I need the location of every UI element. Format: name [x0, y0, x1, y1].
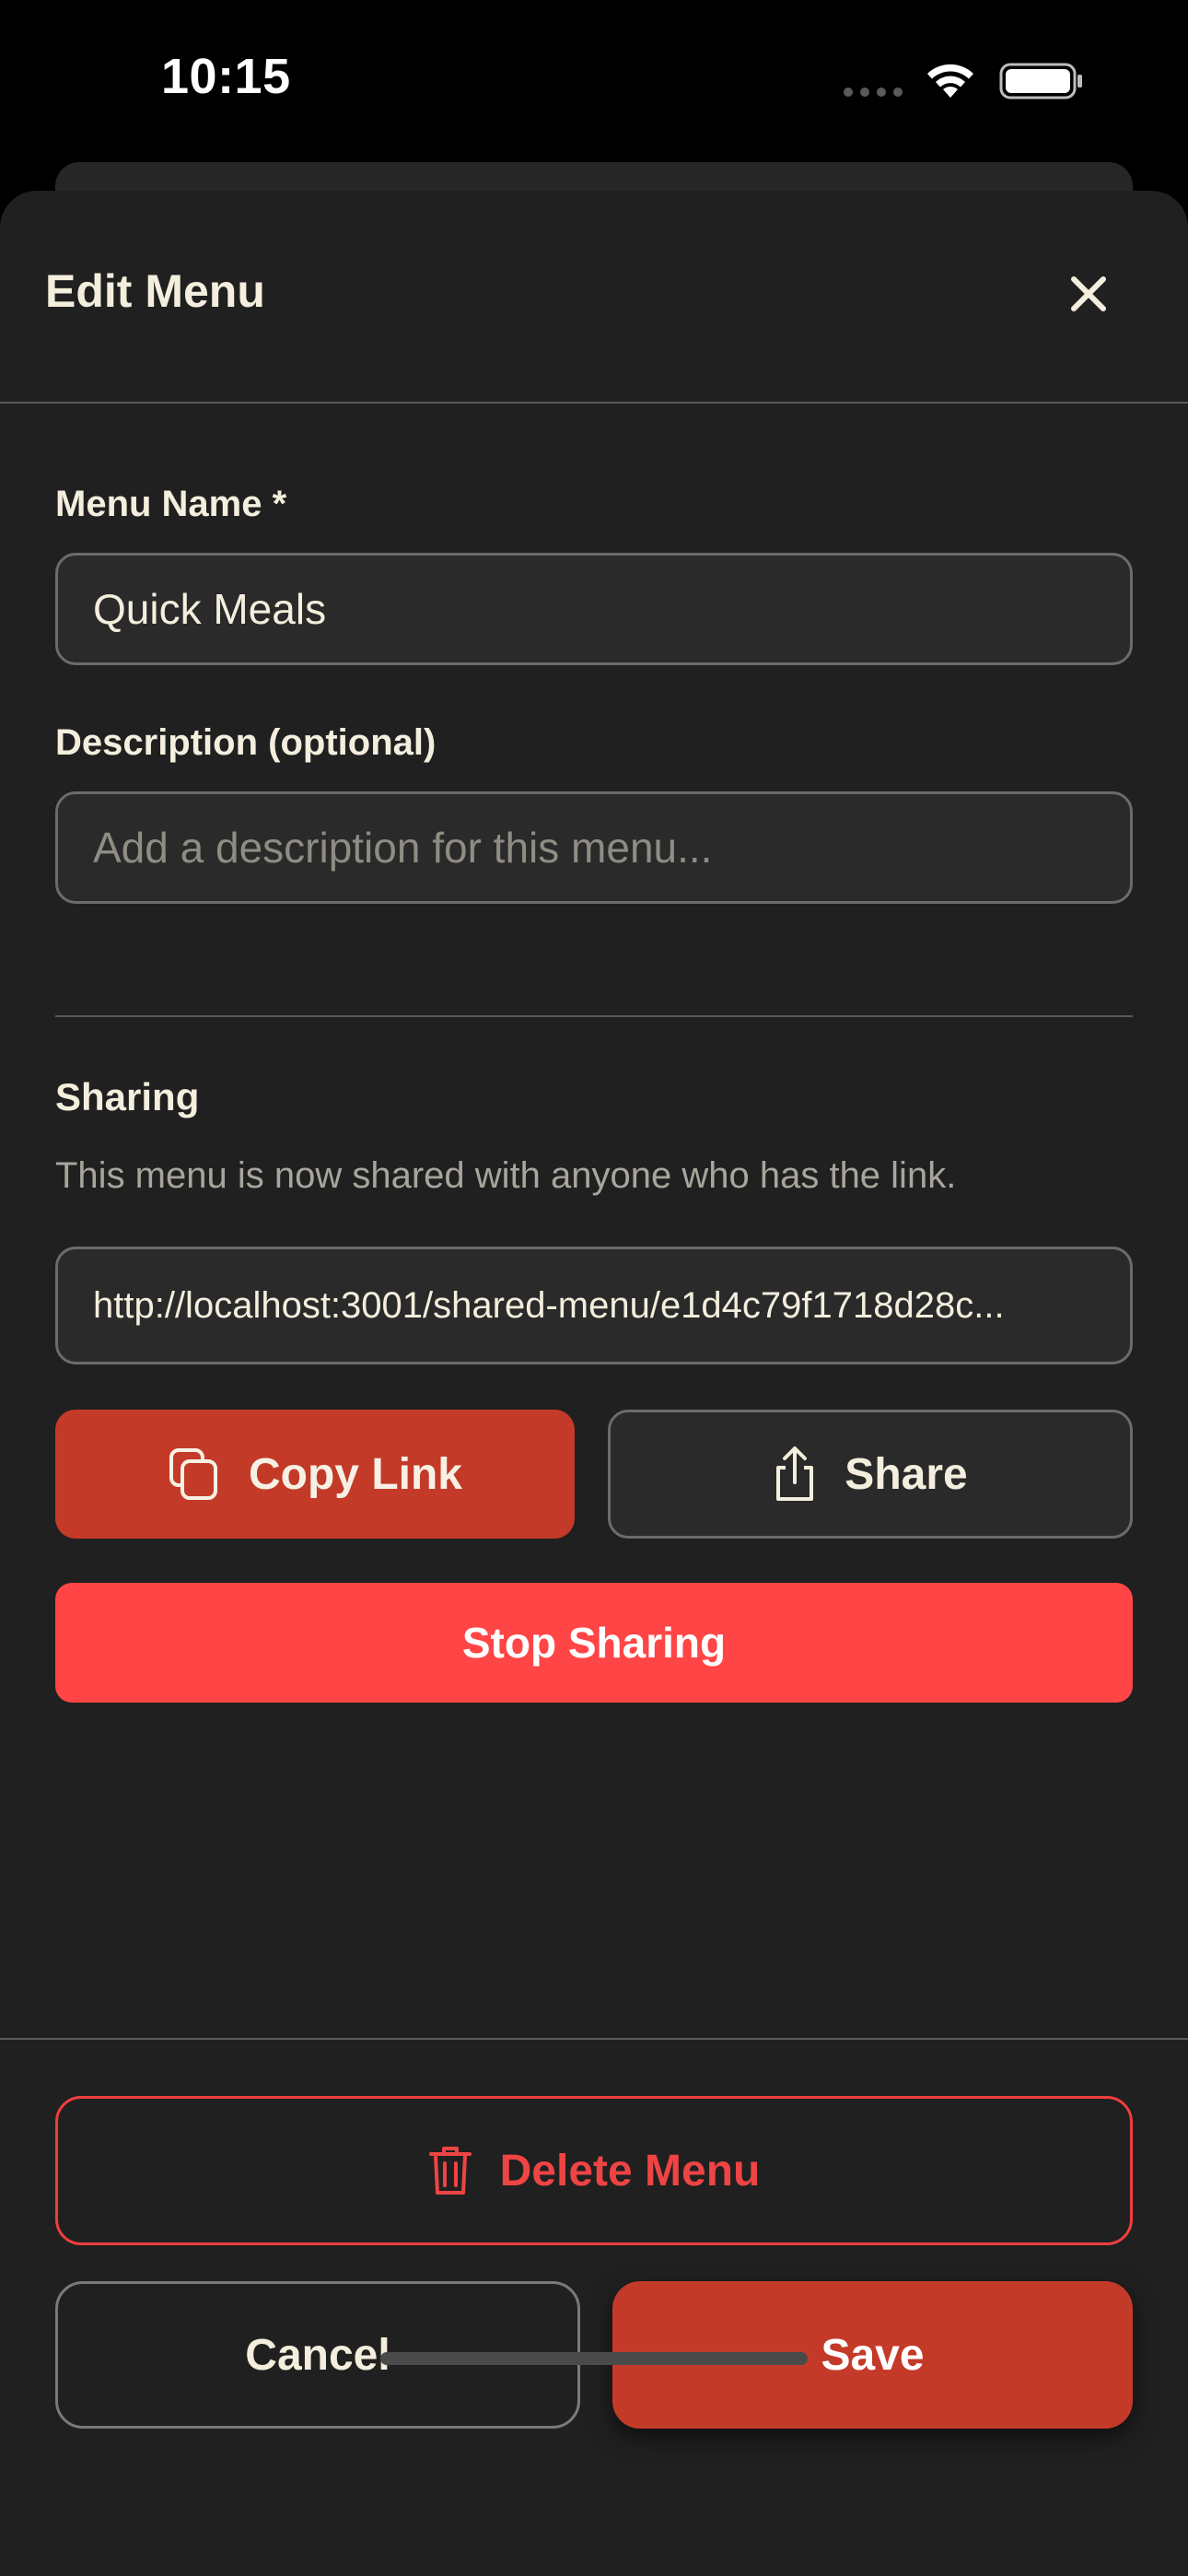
footer-divider — [0, 2038, 1188, 2040]
battery-icon — [999, 63, 1082, 100]
description-label: Description (optional) — [55, 722, 437, 763]
cellular-signal-icon — [844, 88, 903, 97]
close-icon — [1071, 276, 1106, 311]
home-indicator — [380, 2352, 808, 2365]
trash-icon — [428, 2145, 472, 2196]
section-divider — [55, 1015, 1133, 1017]
share-link-text: http://localhost:3001/shared-menu/e1d4c7… — [93, 1284, 1005, 1326]
sheet-title: Edit Menu — [45, 265, 265, 317]
header-divider — [0, 402, 1188, 404]
close-button[interactable] — [1059, 264, 1118, 323]
menu-name-input[interactable] — [55, 553, 1133, 665]
delete-menu-button[interactable]: Delete Menu — [55, 2096, 1133, 2245]
stop-sharing-button[interactable]: Stop Sharing — [55, 1583, 1133, 1703]
status-time: 10:15 — [161, 49, 291, 104]
share-button[interactable]: Share — [608, 1410, 1133, 1539]
edit-menu-sheet: Edit Menu Menu Name * Description (optio… — [0, 191, 1188, 2576]
delete-menu-label: Delete Menu — [499, 2146, 761, 2195]
copy-link-label: Copy Link — [248, 1449, 462, 1499]
save-label: Save — [821, 2330, 925, 2380]
description-input[interactable] — [55, 791, 1133, 904]
copy-icon — [168, 1446, 221, 1502]
wifi-icon — [927, 64, 973, 98]
sharing-helper-text: This menu is now shared with anyone who … — [55, 1155, 957, 1196]
share-icon — [773, 1446, 817, 1503]
stop-sharing-label: Stop Sharing — [461, 1619, 727, 1667]
share-link-field[interactable]: http://localhost:3001/shared-menu/e1d4c7… — [55, 1247, 1133, 1364]
status-bar: 10:15 — [0, 0, 1188, 166]
sharing-heading: Sharing — [55, 1075, 200, 1118]
menu-name-label: Menu Name * — [55, 484, 287, 524]
copy-link-button[interactable]: Copy Link — [55, 1410, 575, 1539]
cancel-label: Cancel — [245, 2330, 390, 2380]
share-label: Share — [844, 1449, 968, 1499]
